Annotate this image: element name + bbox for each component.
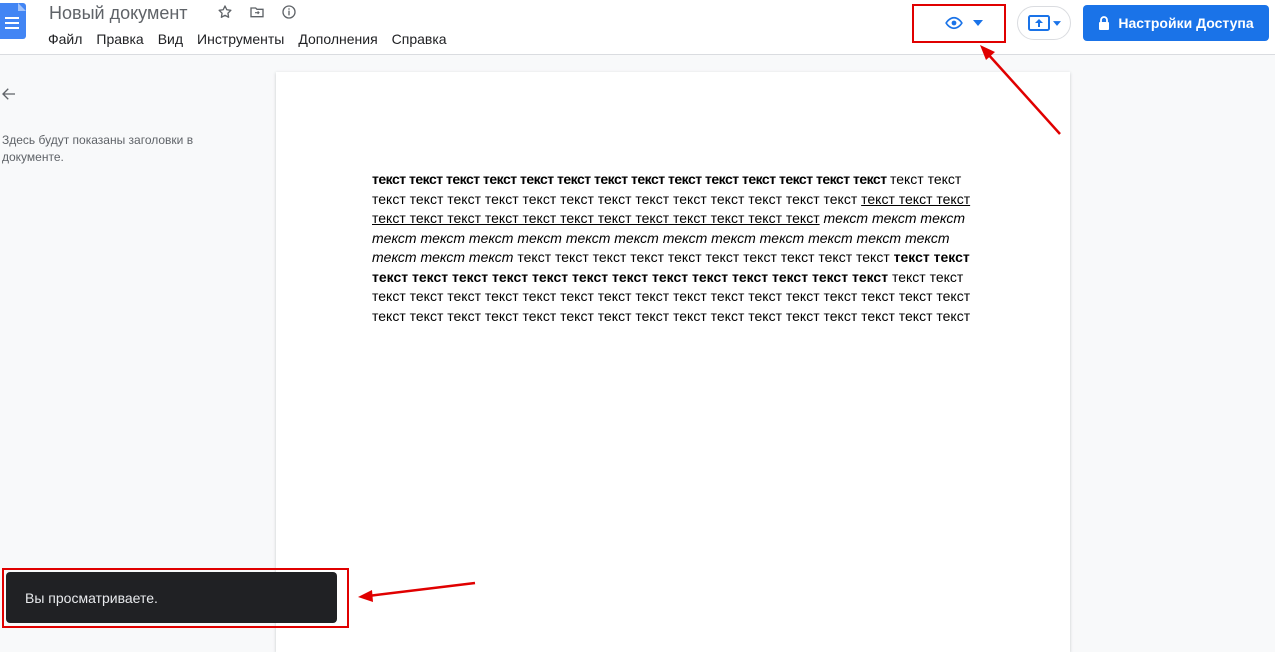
document-page[interactable]: текст текст текст текст текст текст текс… [276, 72, 1070, 652]
viewing-mode-button[interactable] [937, 8, 997, 38]
menu-tools[interactable]: Инструменты [197, 31, 284, 47]
document-title[interactable]: Новый документ [49, 3, 188, 24]
docs-logo-icon[interactable] [0, 3, 26, 39]
menu-addons[interactable]: Дополнения [298, 31, 377, 47]
outline-placeholder: Здесь будут показаны заголовки в докумен… [2, 133, 194, 164]
menu-file[interactable]: Файл [48, 31, 82, 47]
text-segment: текст текст текст текст текст текст текс… [372, 171, 890, 187]
text-segment: текст текст текст текст текст текст текс… [513, 249, 894, 265]
top-bar: Новый документ Файл Правка Вид Инструмен… [0, 0, 1275, 55]
menu-edit[interactable]: Правка [96, 31, 143, 47]
present-button[interactable] [1017, 6, 1071, 40]
menu-view[interactable]: Вид [158, 31, 183, 47]
lock-icon [1099, 16, 1110, 30]
snackbar-message: Вы просматриваете. [25, 590, 158, 606]
outline-back-arrow-icon[interactable] [0, 85, 18, 103]
move-folder-icon[interactable] [248, 3, 266, 21]
present-icon [1027, 15, 1050, 31]
share-button[interactable]: Настройки Доступа [1083, 5, 1269, 41]
document-body[interactable]: текст текст текст текст текст текст текс… [372, 170, 972, 326]
title-actions [216, 3, 298, 21]
info-icon[interactable] [280, 3, 298, 21]
menu-help[interactable]: Справка [392, 31, 447, 47]
chevron-down-icon [1052, 20, 1061, 26]
chevron-down-icon [973, 20, 983, 26]
menu-bar: Файл Правка Вид Инструменты Дополнения С… [48, 31, 447, 47]
share-button-label: Настройки Доступа [1118, 15, 1254, 31]
star-icon[interactable] [216, 3, 234, 21]
eye-icon [945, 16, 963, 30]
snackbar: Вы просматриваете. [6, 572, 337, 623]
